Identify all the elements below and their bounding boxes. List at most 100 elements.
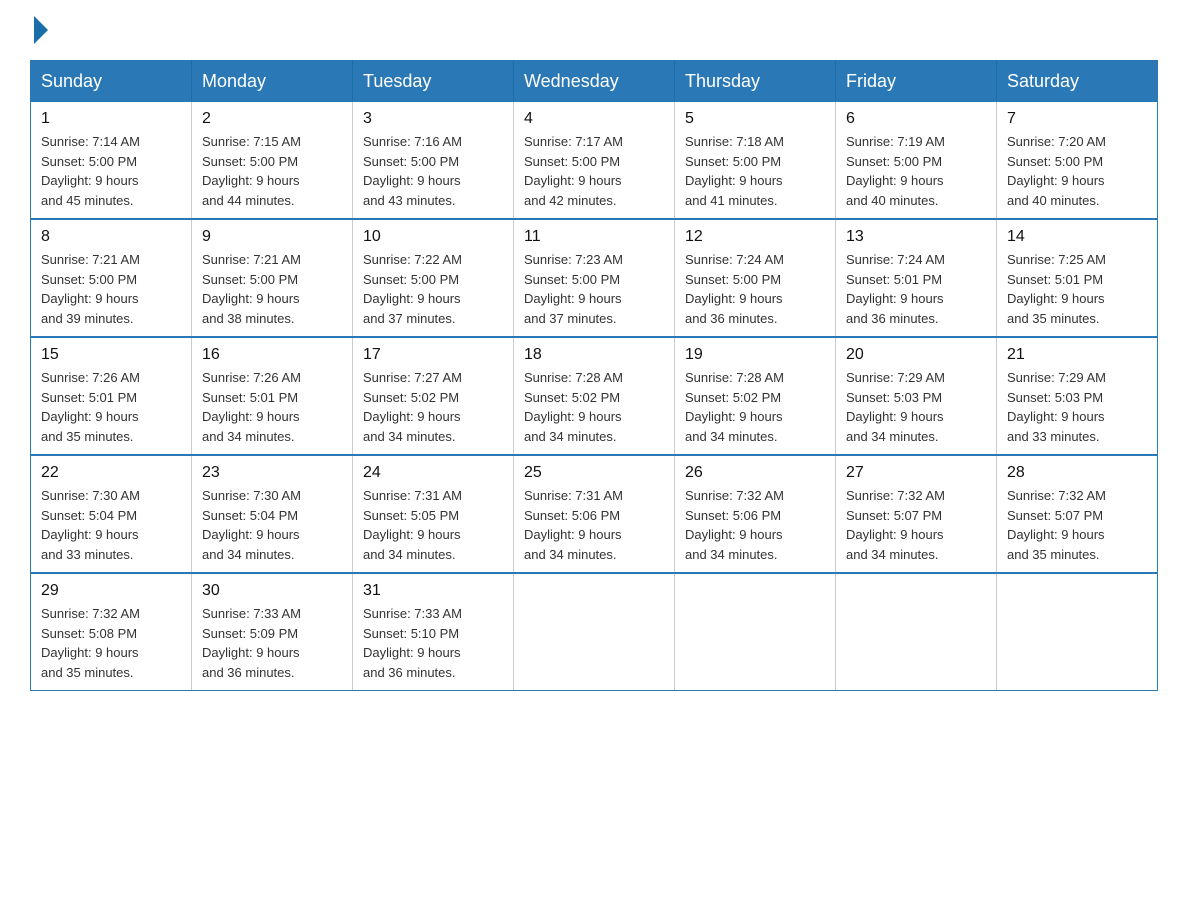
calendar-week-row: 22 Sunrise: 7:30 AMSunset: 5:04 PMDayligh… <box>31 455 1158 573</box>
day-info: Sunrise: 7:33 AMSunset: 5:10 PMDaylight:… <box>363 604 503 682</box>
calendar-cell: 8 Sunrise: 7:21 AMSunset: 5:00 PMDaylight… <box>31 219 192 337</box>
day-number: 14 <box>1007 228 1147 246</box>
calendar-cell: 11 Sunrise: 7:23 AMSunset: 5:00 PMDayligh… <box>514 219 675 337</box>
calendar-week-row: 15 Sunrise: 7:26 AMSunset: 5:01 PMDayligh… <box>31 337 1158 455</box>
calendar-cell: 21Sunrise: 7:29 AMSunset: 5:03 PMDayligh… <box>997 337 1158 455</box>
day-info: Sunrise: 7:32 AMSunset: 5:06 PMDaylight:… <box>685 486 825 564</box>
weekday-header-monday: Monday <box>192 61 353 103</box>
calendar-cell: 24 Sunrise: 7:31 AMSunset: 5:05 PMDayligh… <box>353 455 514 573</box>
day-info: Sunrise: 7:30 AMSunset: 5:04 PMDaylight:… <box>41 486 181 564</box>
day-number: 17 <box>363 346 503 364</box>
day-number: 16 <box>202 346 342 364</box>
day-info: Sunrise: 7:28 AMSunset: 5:02 PMDaylight:… <box>685 368 825 446</box>
calendar-cell: 22 Sunrise: 7:30 AMSunset: 5:04 PMDayligh… <box>31 455 192 573</box>
day-info: Sunrise: 7:26 AMSunset: 5:01 PMDaylight:… <box>202 368 342 446</box>
calendar-cell: 20Sunrise: 7:29 AMSunset: 5:03 PMDayligh… <box>836 337 997 455</box>
day-number: 19 <box>685 346 825 364</box>
calendar-cell: 18 Sunrise: 7:28 AMSunset: 5:02 PMDayligh… <box>514 337 675 455</box>
calendar-cell <box>836 573 997 691</box>
day-info: Sunrise: 7:31 AMSunset: 5:06 PMDaylight:… <box>524 486 664 564</box>
calendar-cell: 27 Sunrise: 7:32 AMSunset: 5:07 PMDayligh… <box>836 455 997 573</box>
calendar-cell: 12 Sunrise: 7:24 AMSunset: 5:00 PMDayligh… <box>675 219 836 337</box>
day-number: 2 <box>202 110 342 128</box>
calendar-cell: 28 Sunrise: 7:32 AMSunset: 5:07 PMDayligh… <box>997 455 1158 573</box>
day-number: 10 <box>363 228 503 246</box>
calendar-cell: 29Sunrise: 7:32 AMSunset: 5:08 PMDayligh… <box>31 573 192 691</box>
calendar-cell: 19 Sunrise: 7:28 AMSunset: 5:02 PMDayligh… <box>675 337 836 455</box>
calendar-cell: 9 Sunrise: 7:21 AMSunset: 5:00 PMDaylight… <box>192 219 353 337</box>
calendar-cell: 3 Sunrise: 7:16 AMSunset: 5:00 PMDaylight… <box>353 102 514 219</box>
day-info: Sunrise: 7:16 AMSunset: 5:00 PMDaylight:… <box>363 132 503 210</box>
day-info: Sunrise: 7:21 AMSunset: 5:00 PMDaylight:… <box>202 250 342 328</box>
logo <box>30 20 48 40</box>
day-number: 23 <box>202 464 342 482</box>
day-number: 24 <box>363 464 503 482</box>
day-info: Sunrise: 7:31 AMSunset: 5:05 PMDaylight:… <box>363 486 503 564</box>
calendar-cell: 1 Sunrise: 7:14 AMSunset: 5:00 PMDaylight… <box>31 102 192 219</box>
day-number: 9 <box>202 228 342 246</box>
calendar-table: SundayMondayTuesdayWednesdayThursdayFrid… <box>30 60 1158 691</box>
day-info: Sunrise: 7:19 AMSunset: 5:00 PMDaylight:… <box>846 132 986 210</box>
day-info: Sunrise: 7:18 AMSunset: 5:00 PMDaylight:… <box>685 132 825 210</box>
day-info: Sunrise: 7:17 AMSunset: 5:00 PMDaylight:… <box>524 132 664 210</box>
day-info: Sunrise: 7:14 AMSunset: 5:00 PMDaylight:… <box>41 132 181 210</box>
logo-arrow-icon <box>34 16 48 44</box>
day-number: 27 <box>846 464 986 482</box>
calendar-cell: 26 Sunrise: 7:32 AMSunset: 5:06 PMDayligh… <box>675 455 836 573</box>
day-number: 8 <box>41 228 181 246</box>
calendar-cell: 4 Sunrise: 7:17 AMSunset: 5:00 PMDaylight… <box>514 102 675 219</box>
day-number: 25 <box>524 464 664 482</box>
day-number: 12 <box>685 228 825 246</box>
day-info: Sunrise: 7:22 AMSunset: 5:00 PMDaylight:… <box>363 250 503 328</box>
day-info: Sunrise: 7:15 AMSunset: 5:00 PMDaylight:… <box>202 132 342 210</box>
day-number: 11 <box>524 228 664 246</box>
calendar-cell: 5 Sunrise: 7:18 AMSunset: 5:00 PMDaylight… <box>675 102 836 219</box>
day-info: Sunrise: 7:28 AMSunset: 5:02 PMDaylight:… <box>524 368 664 446</box>
day-info: Sunrise: 7:32 AMSunset: 5:08 PMDaylight:… <box>41 604 181 682</box>
day-number: 26 <box>685 464 825 482</box>
calendar-week-row: 1 Sunrise: 7:14 AMSunset: 5:00 PMDaylight… <box>31 102 1158 219</box>
calendar-header-row: SundayMondayTuesdayWednesdayThursdayFrid… <box>31 61 1158 103</box>
day-info: Sunrise: 7:29 AMSunset: 5:03 PMDaylight:… <box>846 368 986 446</box>
calendar-cell: 30Sunrise: 7:33 AMSunset: 5:09 PMDayligh… <box>192 573 353 691</box>
calendar-cell: 2 Sunrise: 7:15 AMSunset: 5:00 PMDaylight… <box>192 102 353 219</box>
day-info: Sunrise: 7:25 AMSunset: 5:01 PMDaylight:… <box>1007 250 1147 328</box>
calendar-cell: 17 Sunrise: 7:27 AMSunset: 5:02 PMDayligh… <box>353 337 514 455</box>
day-number: 18 <box>524 346 664 364</box>
calendar-week-row: 8 Sunrise: 7:21 AMSunset: 5:00 PMDaylight… <box>31 219 1158 337</box>
calendar-cell: 31 Sunrise: 7:33 AMSunset: 5:10 PMDayligh… <box>353 573 514 691</box>
day-info: Sunrise: 7:23 AMSunset: 5:00 PMDaylight:… <box>524 250 664 328</box>
calendar-cell <box>675 573 836 691</box>
day-number: 28 <box>1007 464 1147 482</box>
day-number: 6 <box>846 110 986 128</box>
day-number: 3 <box>363 110 503 128</box>
weekday-header-saturday: Saturday <box>997 61 1158 103</box>
weekday-header-thursday: Thursday <box>675 61 836 103</box>
weekday-header-sunday: Sunday <box>31 61 192 103</box>
weekday-header-wednesday: Wednesday <box>514 61 675 103</box>
calendar-cell: 16 Sunrise: 7:26 AMSunset: 5:01 PMDayligh… <box>192 337 353 455</box>
weekday-header-friday: Friday <box>836 61 997 103</box>
day-info: Sunrise: 7:32 AMSunset: 5:07 PMDaylight:… <box>846 486 986 564</box>
calendar-cell: 13Sunrise: 7:24 AMSunset: 5:01 PMDayligh… <box>836 219 997 337</box>
calendar-cell <box>514 573 675 691</box>
day-number: 5 <box>685 110 825 128</box>
day-info: Sunrise: 7:27 AMSunset: 5:02 PMDaylight:… <box>363 368 503 446</box>
day-info: Sunrise: 7:24 AMSunset: 5:00 PMDaylight:… <box>685 250 825 328</box>
calendar-cell <box>997 573 1158 691</box>
day-info: Sunrise: 7:32 AMSunset: 5:07 PMDaylight:… <box>1007 486 1147 564</box>
calendar-cell: 15 Sunrise: 7:26 AMSunset: 5:01 PMDayligh… <box>31 337 192 455</box>
day-number: 4 <box>524 110 664 128</box>
day-number: 13 <box>846 228 986 246</box>
day-number: 31 <box>363 582 503 600</box>
day-info: Sunrise: 7:26 AMSunset: 5:01 PMDaylight:… <box>41 368 181 446</box>
calendar-cell: 23Sunrise: 7:30 AMSunset: 5:04 PMDayligh… <box>192 455 353 573</box>
day-number: 7 <box>1007 110 1147 128</box>
page-header <box>30 20 1158 40</box>
day-number: 1 <box>41 110 181 128</box>
day-number: 22 <box>41 464 181 482</box>
day-info: Sunrise: 7:20 AMSunset: 5:00 PMDaylight:… <box>1007 132 1147 210</box>
day-number: 15 <box>41 346 181 364</box>
day-info: Sunrise: 7:21 AMSunset: 5:00 PMDaylight:… <box>41 250 181 328</box>
weekday-header-tuesday: Tuesday <box>353 61 514 103</box>
